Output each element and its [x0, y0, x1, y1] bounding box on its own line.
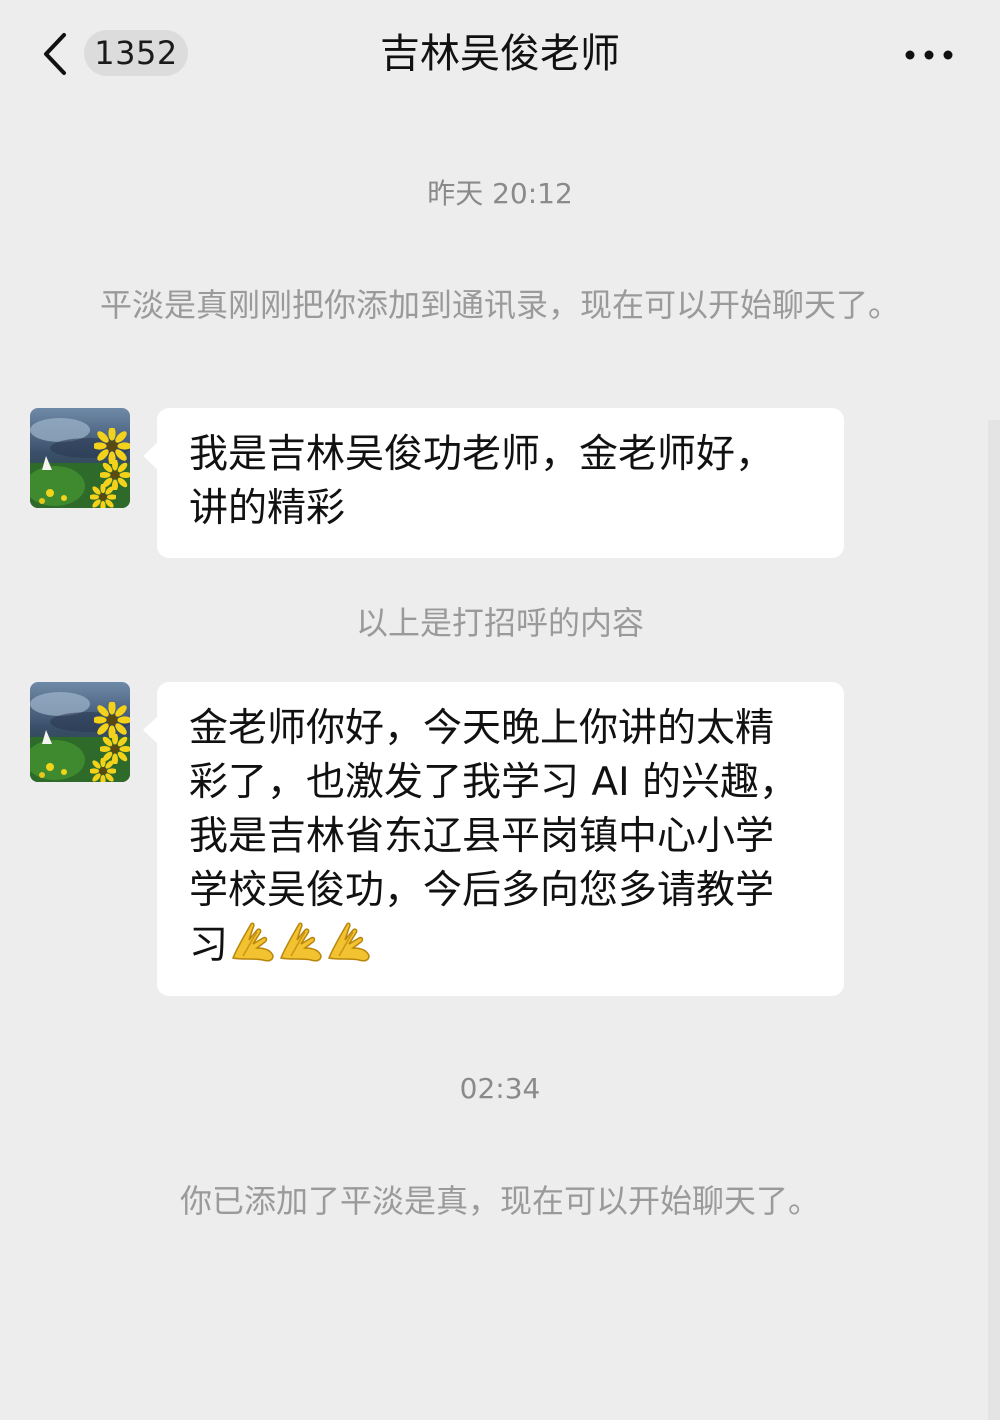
- folded-hands-emoji: [324, 918, 372, 964]
- system-message: 以上是打招呼的内容: [355, 604, 644, 642]
- more-button[interactable]: [898, 30, 960, 80]
- timestamp: 02:34: [459, 1072, 541, 1105]
- folded-hands-emoji: [228, 918, 276, 964]
- message-bubble[interactable]: 金老师你好，今天晚上你讲的太精彩了，也激发了我学习 AI 的兴趣，我是吉林省东辽…: [143, 682, 844, 996]
- emoji-group: [228, 918, 372, 964]
- chevron-left-icon: [44, 33, 66, 75]
- avatar[interactable]: [30, 408, 130, 508]
- chat-title: 吉林吴俊老师: [380, 31, 620, 77]
- bubble-arrow: [143, 442, 158, 470]
- scrollbar[interactable]: [988, 420, 1000, 1420]
- message-text: 我是吉林吴俊功老师，金老师好，讲的精彩: [189, 432, 775, 531]
- unread-count-badge[interactable]: 1352: [84, 30, 188, 76]
- timestamp: 昨天 20:12: [427, 177, 573, 210]
- more-dots-icon: [905, 50, 953, 60]
- system-message: 你已添加了平淡是真，现在可以开始聊天了。: [179, 1182, 820, 1220]
- message-bubble[interactable]: 我是吉林吴俊功老师，金老师好，讲的精彩: [143, 408, 844, 558]
- nav-bar: 1352 吉林吴俊老师: [0, 0, 1000, 112]
- avatar[interactable]: [30, 682, 130, 782]
- folded-hands-emoji: [276, 918, 324, 964]
- back-button[interactable]: [30, 26, 80, 82]
- system-message: 平淡是真刚刚把你添加到通讯录，现在可以开始聊天了。: [99, 286, 900, 324]
- bubble-arrow: [143, 716, 158, 744]
